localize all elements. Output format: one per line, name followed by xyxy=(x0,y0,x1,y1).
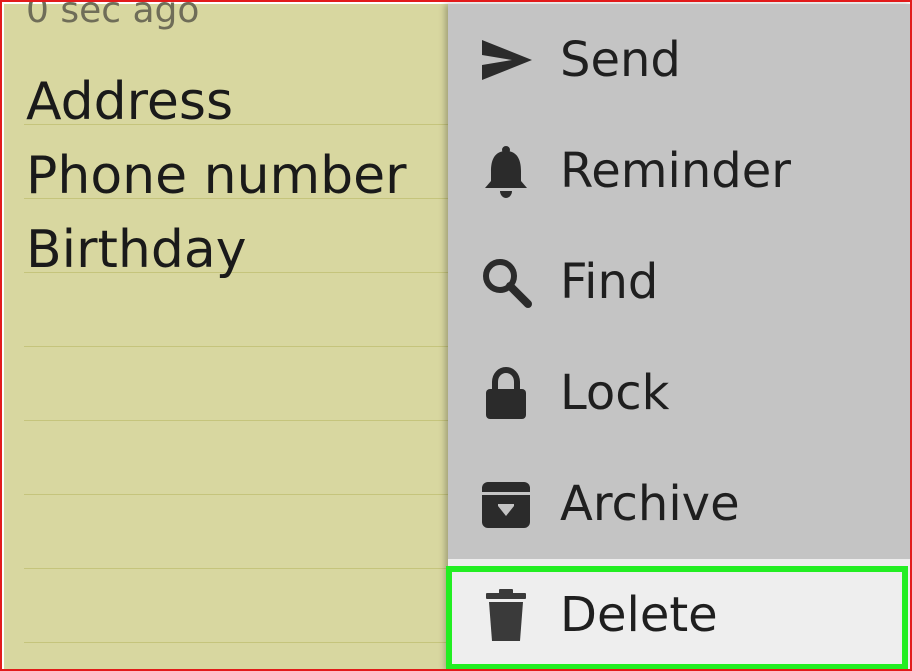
note-line-phone[interactable]: Phone number xyxy=(26,150,407,202)
note-rule-line xyxy=(24,346,454,347)
menu-item-label: Archive xyxy=(560,475,740,532)
menu-item-lock[interactable]: Lock xyxy=(448,337,910,448)
screenshot-frame: 0 sec ago Address Phone number Birthday … xyxy=(0,0,912,671)
menu-item-label: Reminder xyxy=(560,142,791,199)
menu-item-find[interactable]: Find xyxy=(448,226,910,337)
menu-item-label: Lock xyxy=(560,364,670,421)
note-rule-line xyxy=(24,494,454,495)
menu-item-label: Send xyxy=(560,31,681,88)
note-rule-line xyxy=(24,568,454,569)
note-line-birthday[interactable]: Birthday xyxy=(26,224,247,276)
note-rule-line xyxy=(24,642,454,643)
menu-item-send[interactable]: Send xyxy=(448,4,910,115)
menu-item-reminder[interactable]: Reminder xyxy=(448,115,910,226)
archive-icon xyxy=(476,474,536,534)
send-icon xyxy=(476,30,536,90)
note-timestamp: 0 sec ago xyxy=(26,0,200,31)
note-line-address[interactable]: Address xyxy=(26,76,233,128)
bell-icon xyxy=(476,141,536,201)
menu-item-label: Find xyxy=(560,253,659,310)
lock-icon xyxy=(476,363,536,423)
search-icon xyxy=(476,252,536,312)
menu-item-archive[interactable]: Archive xyxy=(448,448,910,559)
note-rule-line xyxy=(24,420,454,421)
highlight-box xyxy=(446,566,908,669)
